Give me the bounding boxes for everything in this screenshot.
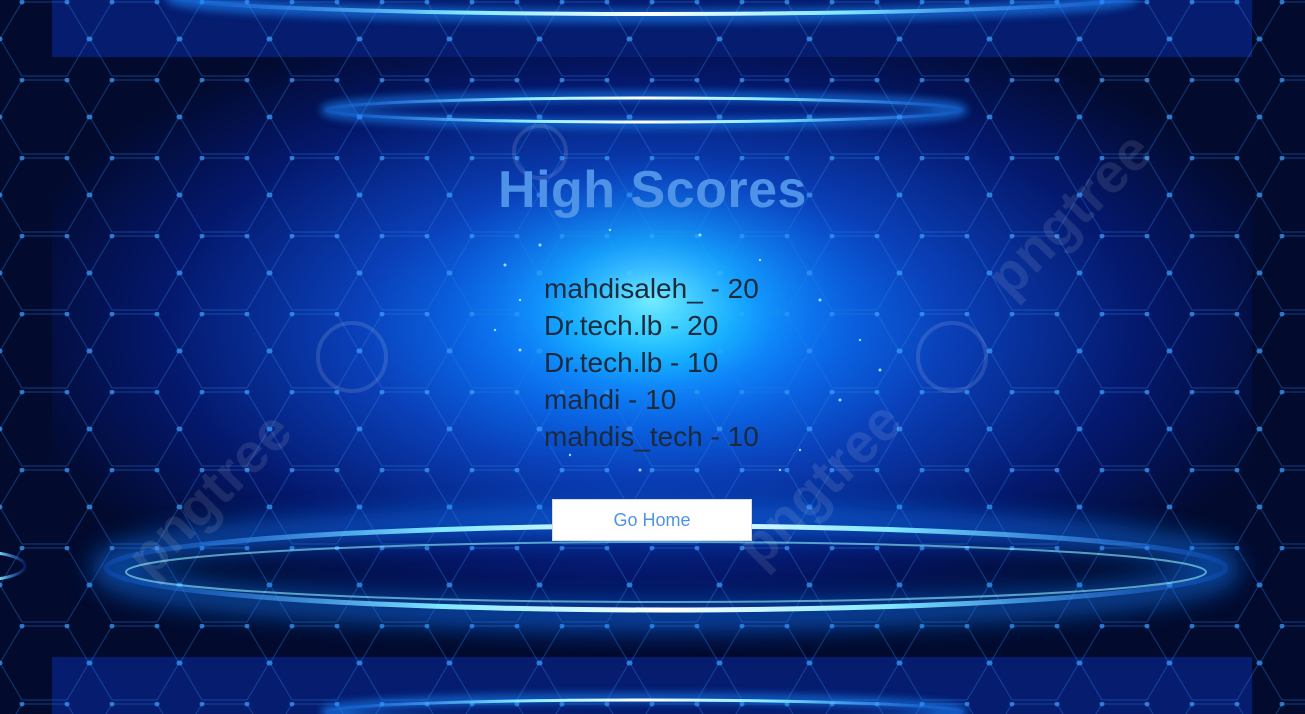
page-title: High Scores (498, 161, 807, 219)
score-entry: Dr.tech.lb - 20 (544, 310, 719, 341)
high-scores-panel: High Scores mahdisaleh_ - 20 Dr.tech.lb … (0, 0, 1305, 714)
go-home-button[interactable]: Go Home (552, 499, 752, 541)
score-entry: mahdisaleh_ - 20 (544, 273, 759, 304)
page-root: pngtree pngtree pngtree High Scores mahd… (0, 0, 1305, 714)
score-entry: Dr.tech.lb - 10 (544, 347, 719, 378)
high-scores-list: mahdisaleh_ - 20 Dr.tech.lb - 20 Dr.tech… (544, 270, 759, 455)
score-entry: mahdis_tech - 10 (544, 421, 759, 452)
score-entry: mahdi - 10 (544, 384, 677, 415)
